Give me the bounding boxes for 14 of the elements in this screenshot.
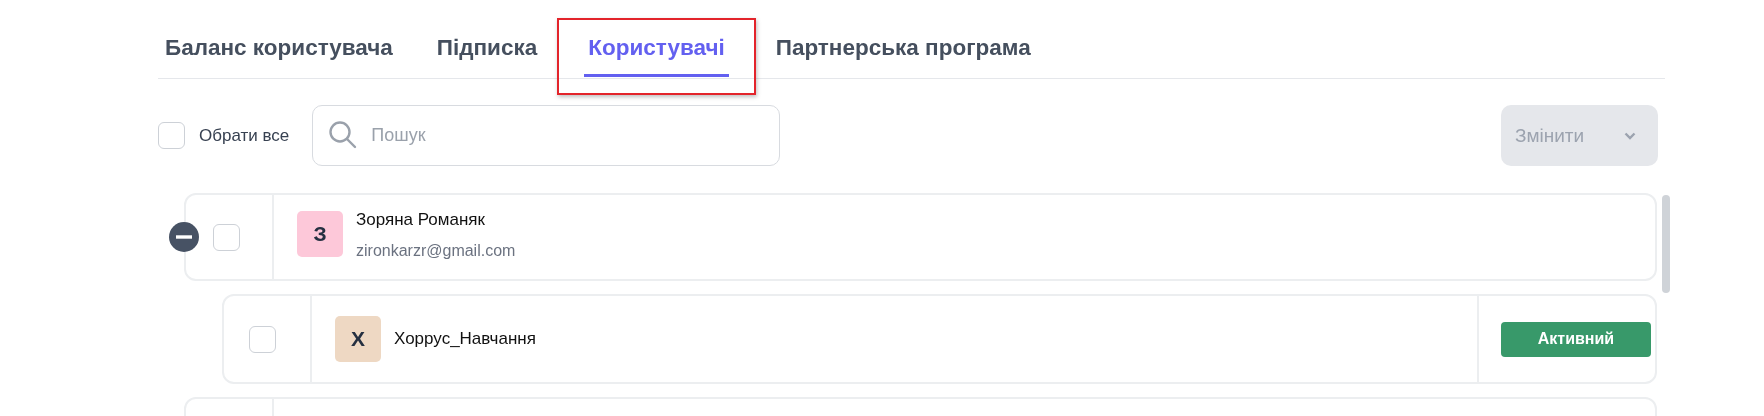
user-name: Зоряна Романяк (356, 210, 486, 230)
avatar: Х (335, 316, 381, 362)
tab[interactable]: Партнерська програма (775, 0, 1031, 74)
sub-account-row[interactable]: Х Хоррус_Навчання Активний (222, 294, 1657, 384)
avatar: З (297, 211, 343, 257)
select-all-label: Обрати все (199, 125, 290, 146)
user-row[interactable]: З Зоряна Романяк zironkarzr@gmail.com (184, 193, 1657, 281)
tab[interactable]: Підписка (436, 0, 538, 74)
account-name: Хоррус_Навчання (394, 329, 536, 349)
tab[interactable]: Баланс користувача (165, 0, 393, 74)
status-badge: Активний (1501, 321, 1651, 357)
search-field[interactable]: Пошук (312, 105, 781, 166)
user-email: zironkarzr@gmail.com (356, 242, 516, 260)
tab[interactable]: Користувачі (584, 0, 729, 77)
